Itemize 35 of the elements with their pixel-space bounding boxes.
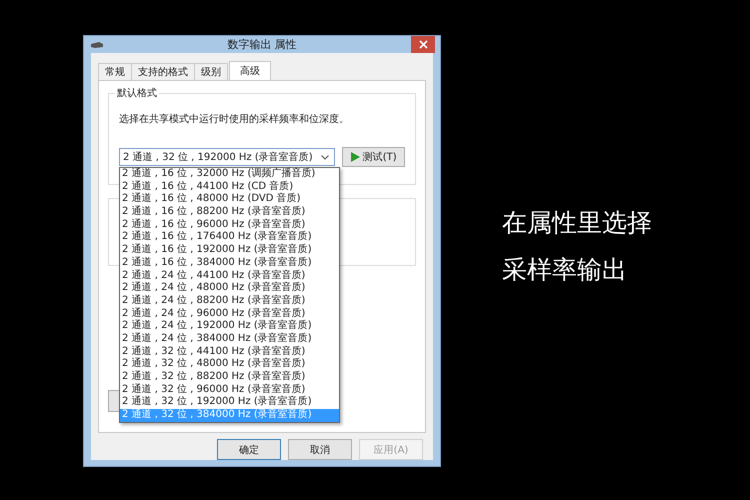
test-button[interactable]: 测试(T) xyxy=(342,147,405,167)
dropdown-option[interactable]: 2 通道 , 24 位 , 44100 Hz (录音室音质) xyxy=(120,270,339,282)
close-button[interactable] xyxy=(411,36,435,53)
dropdown-option[interactable]: 2 通道 , 16 位 , 176400 Hz (录音室音质) xyxy=(120,231,339,244)
dropdown-option[interactable]: 2 通道 , 32 位 , 192000 Hz (录音室音质) xyxy=(120,396,339,410)
dropdown-option[interactable]: 2 通道 , 16 位 , 88200 Hz (录音室音质) xyxy=(120,206,339,219)
dropdown-option[interactable]: 2 通道 , 24 位 , 48000 Hz (录音室音质) xyxy=(120,282,339,295)
chevron-down-icon xyxy=(321,154,330,160)
dropdown-option[interactable]: 2 通道 , 16 位 , 32000 Hz (调频广播音质) xyxy=(120,168,339,181)
dropdown-option[interactable]: 2 通道 , 32 位 , 44100 Hz (录音室音质) xyxy=(120,346,339,358)
dropdown-option[interactable]: 2 通道 , 16 位 , 192000 Hz (录音室音质) xyxy=(120,244,339,257)
format-dropdown[interactable]: 2 通道 , 32 位 , 192000 Hz (录音室音质) xyxy=(119,148,336,166)
description-text: 选择在共享模式中运行时使用的采样频率和位深度。 xyxy=(119,112,350,126)
close-icon xyxy=(418,40,428,49)
group-title: 默认格式 xyxy=(115,86,159,100)
tab[interactable]: 高级 xyxy=(229,61,271,80)
dropdown-option[interactable]: 2 通道 , 24 位 , 384000 Hz (录音室音质) xyxy=(120,332,339,346)
dropdown-option[interactable]: 2 通道 , 32 位 , 48000 Hz (录音室音质) xyxy=(120,358,339,371)
dropdown-option[interactable]: 2 通道 , 16 位 , 44100 Hz (CD 音质) xyxy=(120,180,339,194)
play-icon xyxy=(350,152,360,162)
window-title: 数字输出 属性 xyxy=(226,37,298,52)
caption-text: 在属性里选择 xyxy=(502,207,652,239)
caption-text: 采样率输出 xyxy=(502,254,628,286)
dropdown-option[interactable]: 2 通道 , 16 位 , 96000 Hz (录音室音质) xyxy=(120,218,339,232)
dropdown-option[interactable]: 2 通道 , 16 位 , 384000 Hz (录音室音质) xyxy=(120,256,339,270)
tab[interactable]: 常规 xyxy=(98,63,132,80)
dialog-button[interactable]: 取消 xyxy=(288,439,352,460)
dropdown-option[interactable]: 2 通道 , 32 位 , 96000 Hz (录音室音质) xyxy=(120,384,339,396)
dropdown-option[interactable]: 2 通道 , 24 位 , 96000 Hz (录音室音质) xyxy=(120,308,339,320)
dialog-button[interactable]: 确定 xyxy=(217,439,281,460)
tab[interactable]: 级别 xyxy=(194,63,228,80)
dropdown-option[interactable]: 2 通道 , 32 位 , 88200 Hz (录音室音质) xyxy=(120,371,339,384)
dropdown-option[interactable]: 2 通道 , 24 位 , 192000 Hz (录音室音质) xyxy=(120,320,339,333)
dropdown-option[interactable]: 2 通道 , 16 位 , 48000 Hz (DVD 音质) xyxy=(120,193,339,206)
dropdown-option[interactable]: 2 通道 , 24 位 , 88200 Hz (录音室音质) xyxy=(120,294,339,308)
